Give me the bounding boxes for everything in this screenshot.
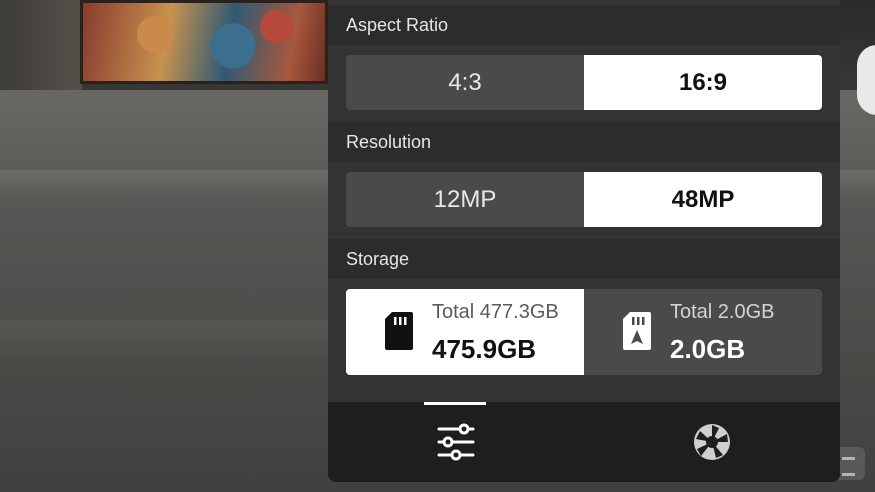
aperture-icon — [694, 424, 730, 460]
storage-header: Storage — [328, 239, 840, 279]
sliders-icon — [437, 423, 475, 461]
storage-selector: Total 477.3GB 475.9GB Total 2.0GB 2.0GB — [346, 289, 822, 375]
settings-tab-bar — [328, 402, 840, 482]
aspect-ratio-option-4-3[interactable]: 4:3 — [346, 55, 584, 110]
aspect-ratio-selector: 4:3 16:9 — [346, 55, 822, 110]
storage-option-sd-card[interactable]: Total 477.3GB 475.9GB — [346, 289, 584, 375]
sd-card-total: Total 477.3GB — [432, 301, 559, 323]
aspect-ratio-option-16-9[interactable]: 16:9 — [584, 55, 822, 110]
preview-frame — [0, 0, 82, 90]
internal-storage-icon — [623, 312, 651, 350]
aspect-ratio-header: Aspect Ratio — [328, 5, 840, 45]
sd-card-free: 475.9GB — [432, 334, 537, 364]
resolution-option-12mp[interactable]: 12MP — [346, 172, 584, 227]
resolution-selector: 12MP 48MP — [346, 172, 822, 227]
tab-camera-settings[interactable] — [584, 402, 840, 482]
preview-painting — [80, 0, 328, 84]
sd-card-icon — [385, 312, 413, 350]
tab-photo-settings[interactable] — [328, 402, 584, 482]
active-tab-indicator — [424, 402, 486, 405]
resolution-header: Resolution — [328, 122, 840, 162]
internal-free: 2.0GB — [670, 334, 746, 364]
resolution-option-48mp[interactable]: 48MP — [584, 172, 822, 227]
shutter-button-edge[interactable] — [857, 45, 875, 115]
internal-total: Total 2.0GB — [670, 301, 775, 323]
photo-settings-panel: Aspect Ratio 4:3 16:9 Resolution 12MP 48… — [328, 0, 840, 482]
storage-option-internal[interactable]: Total 2.0GB 2.0GB — [584, 289, 822, 375]
